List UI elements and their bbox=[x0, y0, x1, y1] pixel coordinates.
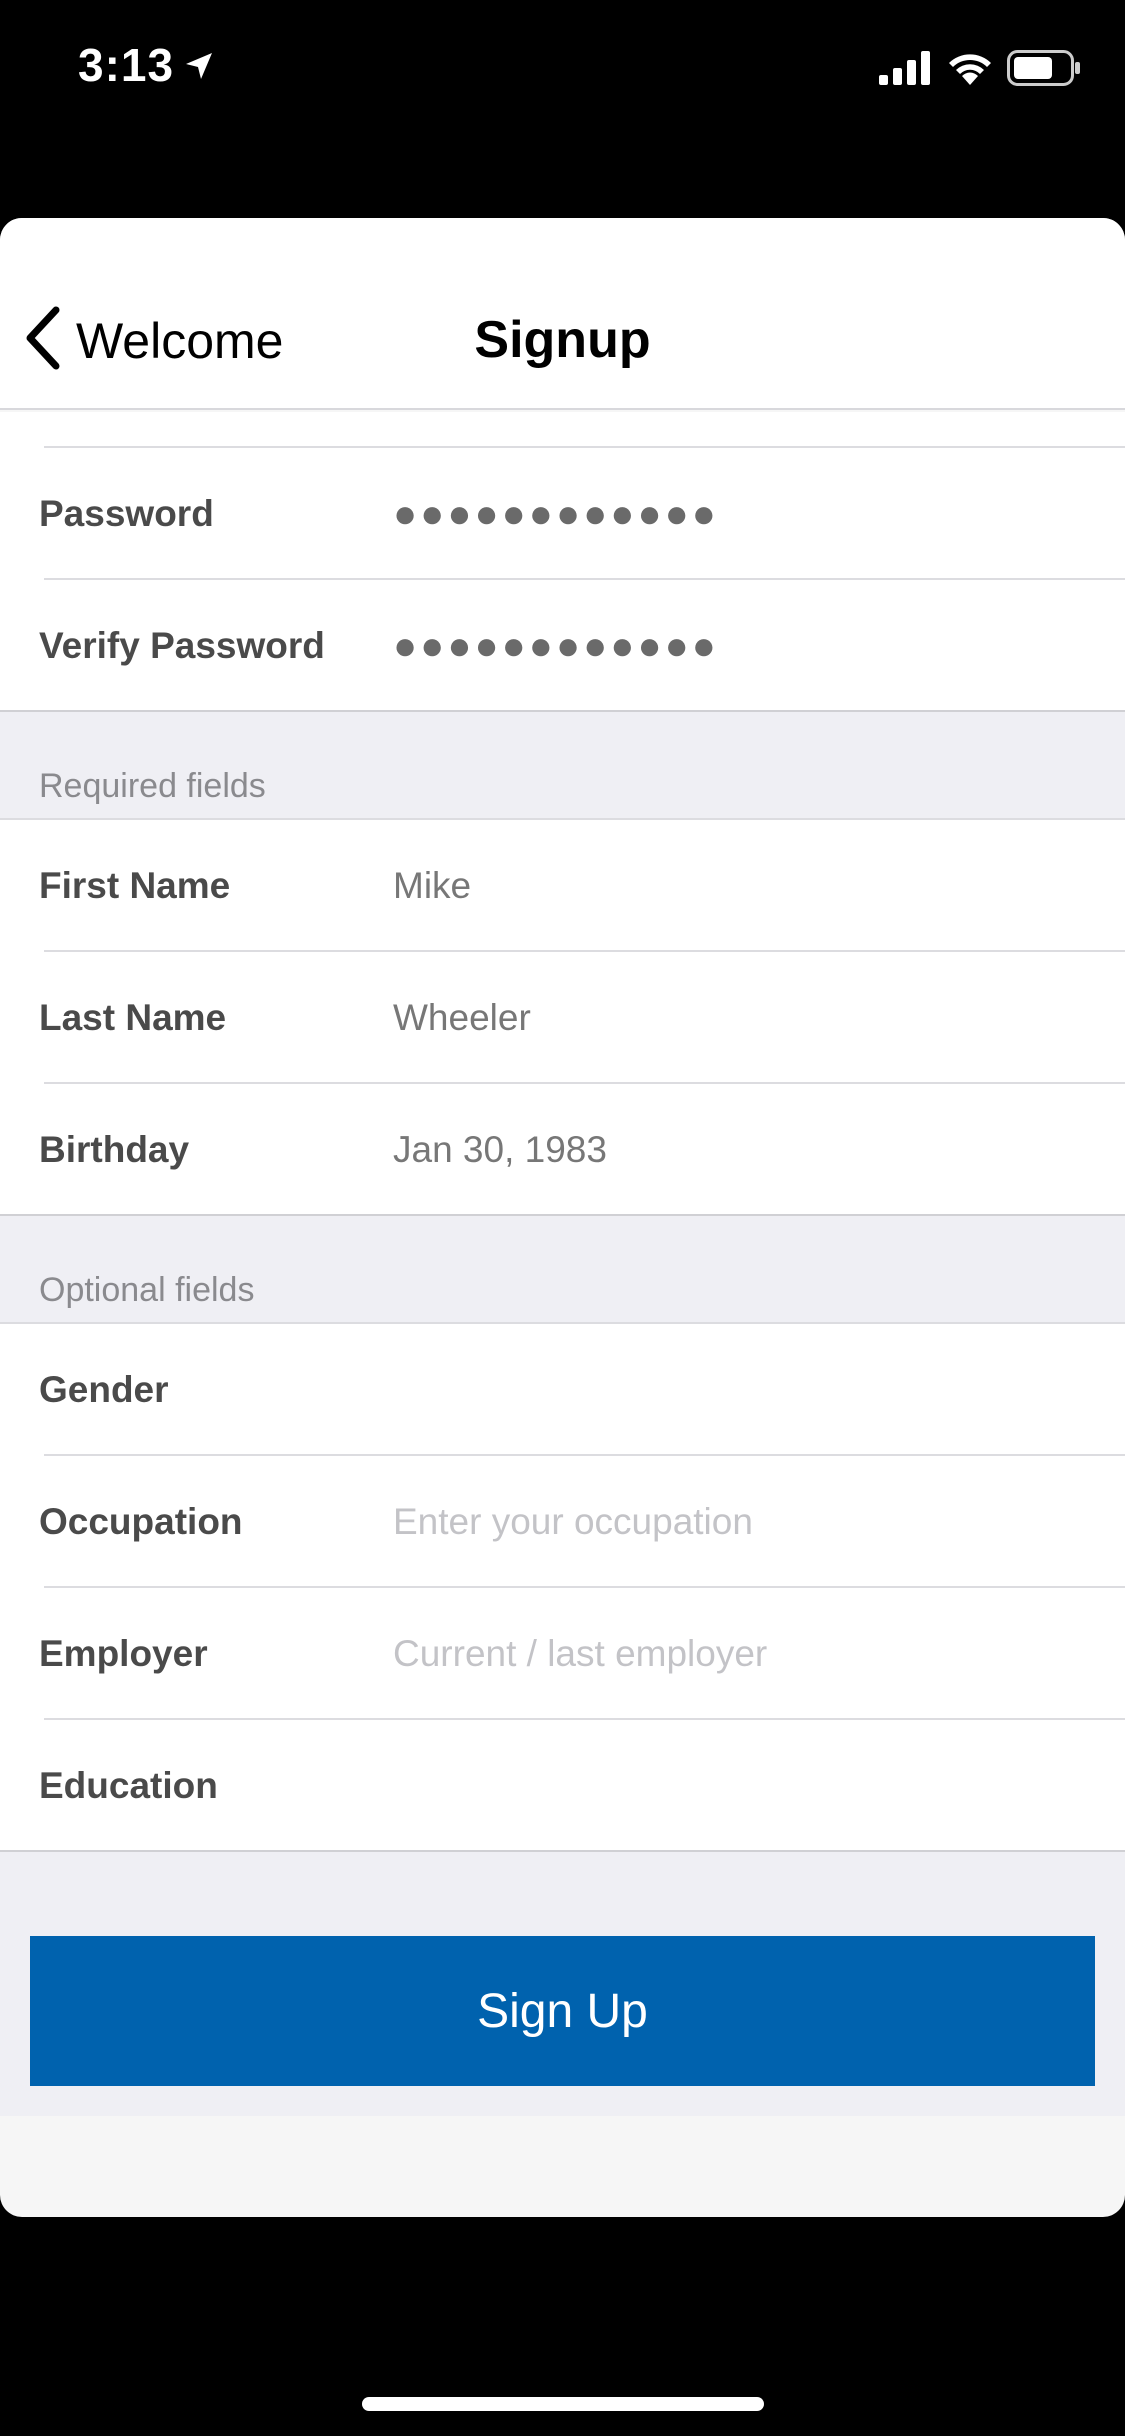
status-time: 3:13 bbox=[78, 38, 214, 92]
last-name-field[interactable]: Wheeler bbox=[393, 997, 531, 1039]
battery-icon bbox=[1007, 50, 1081, 91]
birthday-label: Birthday bbox=[39, 1129, 190, 1170]
home-indicator[interactable] bbox=[362, 2397, 764, 2411]
wifi-icon bbox=[947, 51, 993, 90]
first-name-label: First Name bbox=[39, 865, 231, 906]
employer-field[interactable]: Current / last employer bbox=[393, 1633, 767, 1675]
verify-password-label: Verify Password bbox=[39, 625, 325, 666]
first-name-row[interactable]: First Name Mike bbox=[0, 820, 1125, 952]
occupation-row[interactable]: Occupation Enter your occupation bbox=[0, 1456, 1125, 1588]
list-item-partial bbox=[0, 412, 1125, 448]
optional-section-title: Optional fields bbox=[39, 1271, 255, 1309]
optional-section-header: Optional fields bbox=[0, 1216, 1125, 1324]
optional-group: Gender Occupation Enter your occupation … bbox=[0, 1324, 1125, 1852]
navigation-bar: Welcome Signup bbox=[0, 218, 1125, 410]
button-area: Sign Up bbox=[0, 1852, 1125, 2116]
sign-up-button[interactable]: Sign Up bbox=[30, 1936, 1095, 2086]
education-row[interactable]: Education bbox=[0, 1720, 1125, 1852]
password-row[interactable]: Password ●●●●●●●●●●●● bbox=[0, 448, 1125, 580]
birthday-field[interactable]: Jan 30, 1983 bbox=[393, 1129, 607, 1171]
employer-row[interactable]: Employer Current / last employer bbox=[0, 1588, 1125, 1720]
last-name-label: Last Name bbox=[39, 997, 227, 1038]
signup-sheet: Welcome Signup Password ●●●●●●●●●●●● Ver… bbox=[0, 218, 1125, 2217]
birthday-row[interactable]: Birthday Jan 30, 1983 bbox=[0, 1084, 1125, 1216]
verify-password-row[interactable]: Verify Password ●●●●●●●●●●●● bbox=[0, 580, 1125, 712]
last-name-row[interactable]: Last Name Wheeler bbox=[0, 952, 1125, 1084]
employer-label: Employer bbox=[39, 1633, 208, 1674]
occupation-label: Occupation bbox=[39, 1501, 243, 1542]
status-indicators bbox=[879, 50, 1081, 91]
status-bar: 3:13 bbox=[0, 0, 1125, 140]
cellular-signal-icon bbox=[879, 51, 933, 90]
gender-row[interactable]: Gender bbox=[0, 1324, 1125, 1456]
education-label: Education bbox=[39, 1765, 218, 1806]
status-time-text: 3:13 bbox=[78, 39, 175, 91]
first-name-field[interactable]: Mike bbox=[393, 865, 471, 907]
form-content: Password ●●●●●●●●●●●● Verify Password ●●… bbox=[0, 412, 1125, 2116]
page-title: Signup bbox=[474, 311, 651, 369]
occupation-field[interactable]: Enter your occupation bbox=[393, 1501, 753, 1543]
required-section-title: Required fields bbox=[39, 767, 266, 805]
gender-label: Gender bbox=[39, 1369, 169, 1410]
account-group: Password ●●●●●●●●●●●● Verify Password ●●… bbox=[0, 448, 1125, 712]
password-label: Password bbox=[39, 493, 214, 534]
location-arrow-icon bbox=[184, 38, 214, 92]
password-field[interactable]: ●●●●●●●●●●●● bbox=[393, 492, 719, 537]
required-group: First Name Mike Last Name Wheeler Birthd… bbox=[0, 820, 1125, 1216]
required-section-header: Required fields bbox=[0, 712, 1125, 820]
verify-password-field[interactable]: ●●●●●●●●●●●● bbox=[393, 624, 719, 669]
